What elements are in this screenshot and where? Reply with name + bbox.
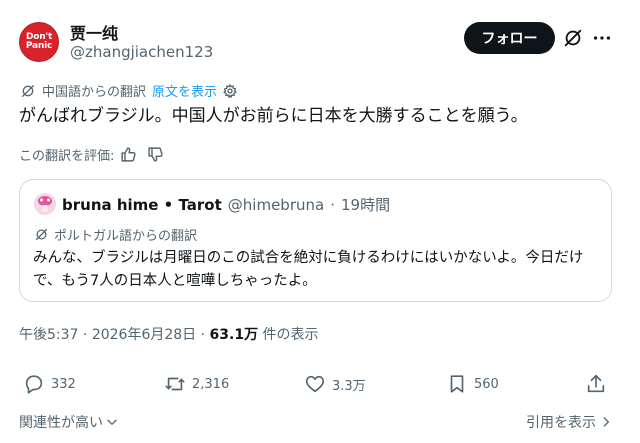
reply-icon: [25, 375, 43, 394]
repost-button[interactable]: 2,316: [164, 373, 229, 395]
reply-count: 332: [51, 376, 76, 392]
gear-icon[interactable]: [222, 83, 238, 99]
quote-author-name[interactable]: bruna hime • Tarot: [62, 196, 222, 214]
quote-avatar[interactable]: [34, 193, 56, 215]
more-icon[interactable]: [591, 27, 613, 49]
tweet-text: がんばれブラジル。中国人がお前らに日本を大勝することを願う。: [19, 106, 528, 126]
thumbs-up-icon[interactable]: [120, 146, 137, 163]
meta-separator: ·: [200, 327, 206, 343]
repost-icon: [165, 377, 185, 391]
quote-translation-row: ポルトガル語からの翻訳: [34, 225, 197, 244]
share-button[interactable]: [585, 373, 613, 395]
heart-icon: [305, 375, 325, 393]
like-button[interactable]: 3.3万: [304, 373, 366, 395]
bookmark-button[interactable]: 560: [446, 373, 499, 395]
quote-separator: ·: [330, 195, 335, 214]
quote-time[interactable]: 19時間: [341, 194, 390, 215]
tweet-meta: 午後5:37 · 2026年6月28日 · 63.1万 件の表示: [19, 324, 319, 344]
translation-row: 中国語からの翻訳 原文を表示: [20, 81, 238, 100]
display-name[interactable]: 贾一纯: [70, 20, 118, 44]
avatar[interactable]: Don't Panic: [19, 22, 59, 62]
sort-dropdown[interactable]: 関連性が高い: [19, 412, 119, 432]
like-count: 3.3万: [332, 378, 366, 394]
quote-author-handle[interactable]: @himebruna: [228, 196, 324, 214]
view-quotes-link[interactable]: 引用を表示: [526, 412, 613, 432]
thumbs-down-icon[interactable]: [147, 146, 164, 163]
quote-text: みんな、ブラジルは月曜日のこの試合を絶対に負けるわけにはいかないよ。今日だけで、…: [33, 250, 584, 289]
quote-avatar-image: [34, 193, 56, 215]
rating-row: この翻訳を評価:: [19, 145, 164, 164]
chevron-right-icon: [603, 417, 609, 427]
user-handle[interactable]: @zhangjiachen123: [70, 43, 213, 61]
reply-button[interactable]: 332: [23, 373, 76, 395]
rating-label: この翻訳を評価:: [19, 149, 115, 164]
repost-count: 2,316: [192, 376, 230, 392]
meta-separator: ·: [82, 327, 88, 343]
bookmark-icon: [450, 375, 464, 393]
grok-icon[interactable]: [562, 27, 584, 49]
share-icon: [587, 374, 605, 393]
translation-source: 中国語からの翻訳: [42, 85, 147, 100]
avatar-text-line2: Panic: [25, 41, 53, 51]
show-original-link[interactable]: 原文を表示: [152, 81, 217, 100]
quote-header: bruna hime • Tarot @himebruna · 19時間: [62, 194, 390, 215]
post-time[interactable]: 午後5:37: [19, 327, 78, 343]
grok-translate-icon: [22, 84, 34, 97]
follow-button[interactable]: フォロー: [464, 22, 555, 54]
bookmark-count: 560: [474, 376, 499, 392]
sort-label: 関連性が高い: [19, 415, 103, 431]
quote-translation-label: ポルトガル語からの翻訳: [54, 229, 198, 244]
view-count: 63.1万: [209, 327, 259, 343]
action-bar: 332 2,316 3.3万 560: [0, 373, 640, 401]
grok-translate-icon: [35, 228, 48, 241]
post-date[interactable]: 2026年6月28日: [92, 327, 196, 343]
view-label: 件の表示: [262, 327, 319, 343]
view-quotes-label: 引用を表示: [526, 415, 596, 431]
chevron-down-icon: [107, 419, 117, 425]
